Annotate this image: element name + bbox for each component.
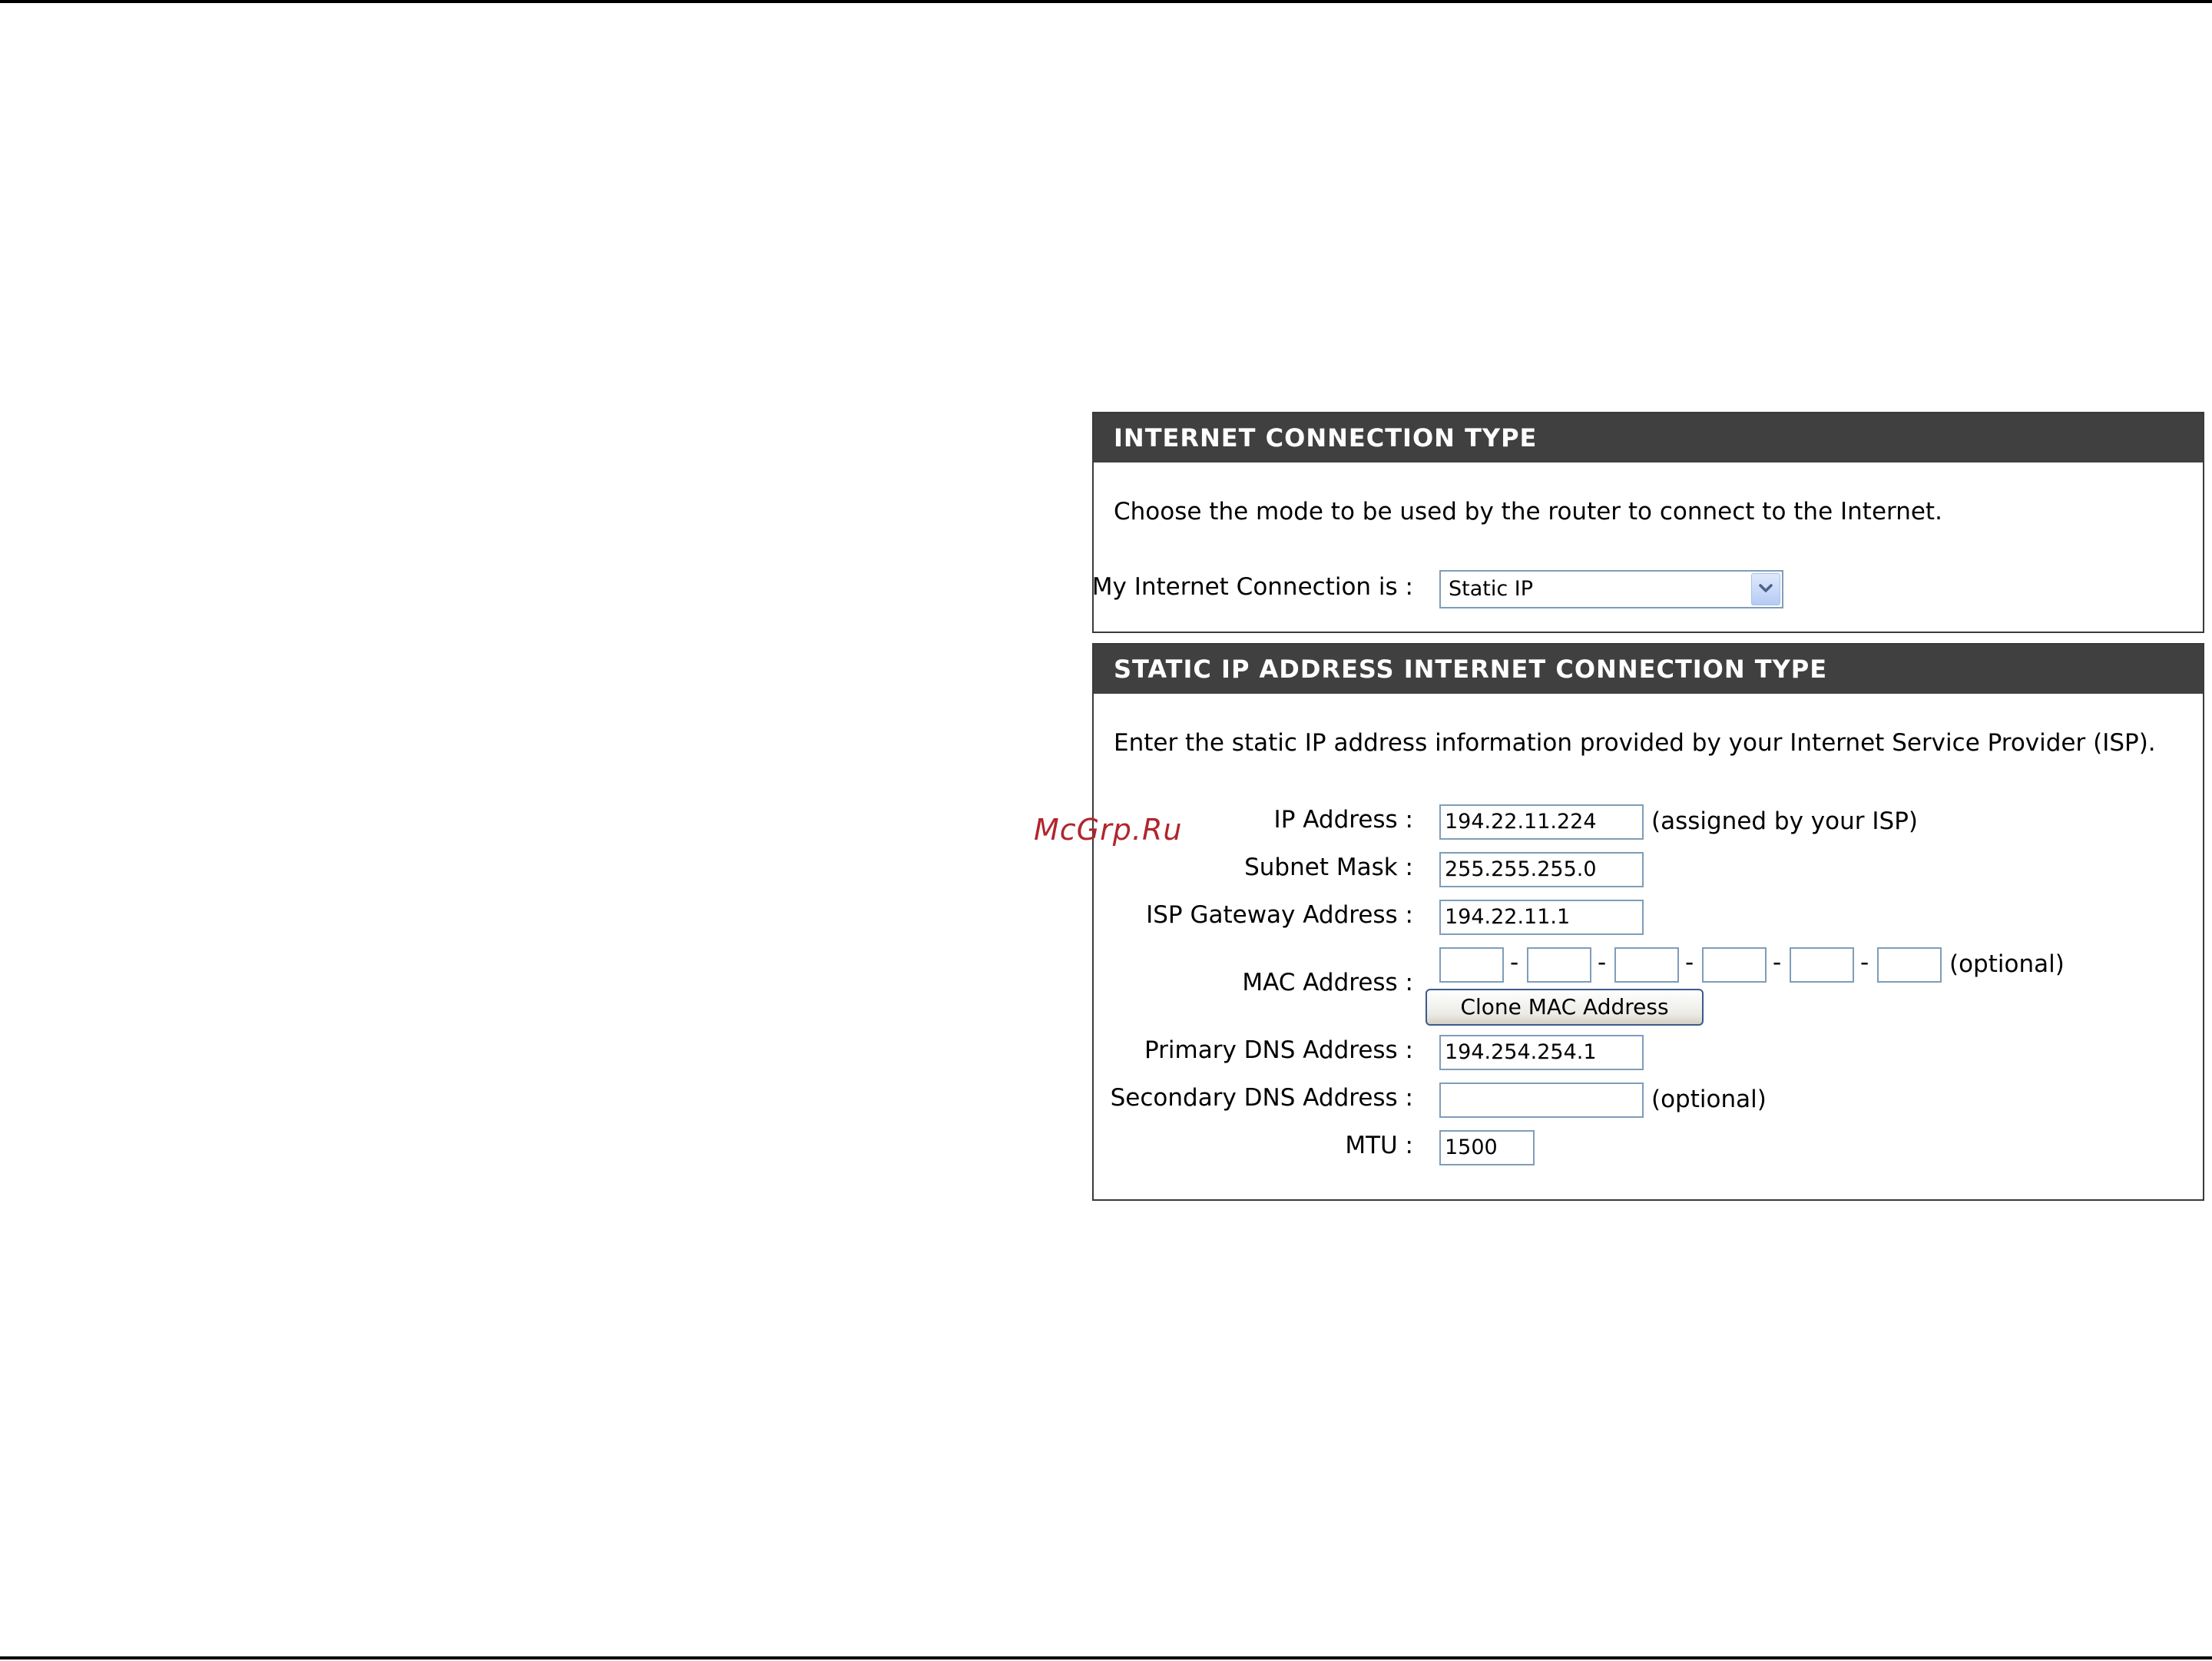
connection-type-label: My Internet Connection is : xyxy=(1091,573,1413,601)
mac-separator: - xyxy=(1685,949,1694,976)
secondary-dns-label: Secondary DNS Address : xyxy=(1110,1084,1413,1112)
mac-octet-input[interactable] xyxy=(1790,947,1854,983)
secondary-dns-input[interactable] xyxy=(1439,1082,1644,1118)
primary-dns-label: Primary DNS Address : xyxy=(1144,1036,1413,1064)
top-rule xyxy=(0,0,2212,3)
mac-separator: - xyxy=(1773,949,1782,976)
ip-address-note: (assigned by your ISP) xyxy=(1651,807,1918,835)
clone-mac-address-button[interactable]: Clone MAC Address xyxy=(1426,989,1704,1026)
static-ip-panel: STATIC IP ADDRESS INTERNET CONNECTION TY… xyxy=(1092,643,2204,1201)
panel-title: INTERNET CONNECTION TYPE xyxy=(1094,413,2203,462)
secondary-dns-note: (optional) xyxy=(1651,1086,1767,1113)
connection-type-select[interactable]: Static IP xyxy=(1439,570,1783,608)
panel-intro: Choose the mode to be used by the router… xyxy=(1114,498,1942,525)
mtu-label: MTU : xyxy=(1345,1132,1413,1159)
mac-octet-input[interactable] xyxy=(1877,947,1942,983)
mtu-input[interactable]: 1500 xyxy=(1439,1130,1535,1165)
watermark: McGrp.Ru xyxy=(1034,813,1183,847)
panel-intro: Enter the static IP address information … xyxy=(1114,729,2156,757)
mac-separator: - xyxy=(1510,949,1519,976)
mac-octet-input[interactable] xyxy=(1702,947,1767,983)
primary-dns-input[interactable]: 194.254.254.1 xyxy=(1439,1035,1644,1070)
subnet-mask-label: Subnet Mask : xyxy=(1244,854,1413,881)
ip-address-label: IP Address : xyxy=(1273,806,1413,834)
mac-octet-input[interactable] xyxy=(1527,947,1591,983)
bottom-rule xyxy=(0,1656,2212,1659)
subnet-mask-input[interactable]: 255.255.255.0 xyxy=(1439,852,1644,887)
gateway-label: ISP Gateway Address : xyxy=(1146,901,1413,929)
chevron-down-icon[interactable] xyxy=(1751,573,1780,605)
panel-title: STATIC IP ADDRESS INTERNET CONNECTION TY… xyxy=(1094,645,2203,694)
mac-separator: - xyxy=(1860,949,1869,976)
mac-address-note: (optional) xyxy=(1949,950,2065,978)
mac-address-label: MAC Address : xyxy=(1242,969,1413,996)
internet-connection-type-panel: INTERNET CONNECTION TYPE Choose the mode… xyxy=(1092,412,2204,633)
mac-octet-input[interactable] xyxy=(1439,947,1504,983)
connection-type-value: Static IP xyxy=(1449,577,1534,601)
mac-octet-input[interactable] xyxy=(1614,947,1679,983)
mac-separator: - xyxy=(1598,949,1607,976)
ip-address-input[interactable]: 194.22.11.224 xyxy=(1439,804,1644,840)
gateway-input[interactable]: 194.22.11.1 xyxy=(1439,900,1644,935)
